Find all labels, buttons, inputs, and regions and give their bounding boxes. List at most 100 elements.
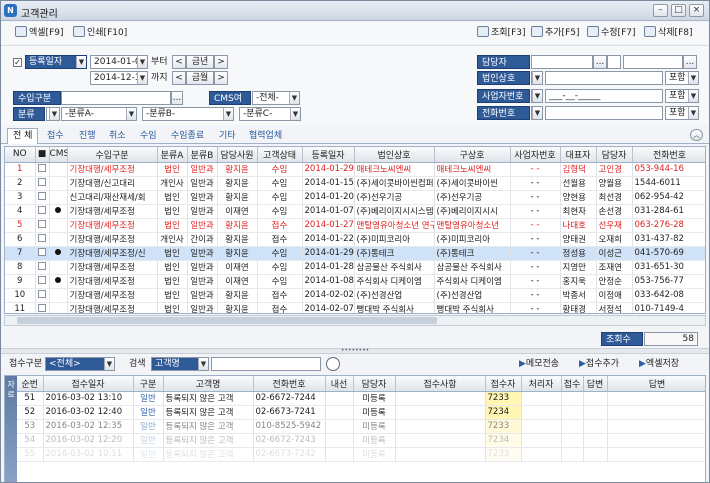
cell-mgr[interactable]: 이성근 xyxy=(596,246,633,261)
checkbox[interactable] xyxy=(38,177,46,186)
grid2-header-5[interactable]: 내선 xyxy=(325,376,354,392)
cell-staff[interactable]: 황지윤 xyxy=(217,232,258,247)
cell-bizno[interactable]: - - xyxy=(510,176,561,191)
cell-status[interactable]: 수임 xyxy=(257,162,303,177)
cms-cell[interactable] xyxy=(49,246,68,261)
cell-name[interactable]: 등록되지 않은 고객 xyxy=(163,391,254,406)
cell-tel[interactable]: 02-6672-7243 xyxy=(253,433,326,448)
cell-old[interactable]: (주)베리이지시시 xyxy=(434,204,511,219)
cell-mgr[interactable]: 이정애 xyxy=(596,288,633,303)
cell-date[interactable]: 2016-03-02 12:35 xyxy=(43,419,134,434)
checkbox[interactable] xyxy=(38,303,46,312)
cell-b[interactable]: 일반과 xyxy=(187,162,218,177)
cell-ans[interactable] xyxy=(607,447,705,462)
receipt-add-button[interactable]: ▶접수추가 xyxy=(579,357,619,371)
grid1-header-3[interactable]: 수입구분 xyxy=(67,147,158,163)
cell-corp[interactable]: (주)선경산업 xyxy=(354,288,435,303)
grid2-header-4[interactable]: 전화번호 xyxy=(253,376,326,392)
row-checkbox[interactable] xyxy=(35,162,50,177)
cell-old[interactable]: 매테크노씨엔씨 xyxy=(434,162,511,177)
row-number[interactable]: 1 xyxy=(5,162,36,177)
cell-tel[interactable]: 053-756-77 xyxy=(632,274,705,289)
list-item[interactable]: 52 2016-03-02 12:40 일반 등록되지 않은 고객 02-6673-72… xyxy=(17,405,705,420)
cell-corp[interactable]: 매테크노씨엔씨 xyxy=(354,162,435,177)
checkbox[interactable] xyxy=(38,261,46,270)
cell-b[interactable]: 일반과 xyxy=(187,302,218,313)
cell-date[interactable]: 2014-01-29 xyxy=(302,162,355,177)
cell-a[interactable]: 법인 xyxy=(157,260,188,275)
cms-cell[interactable] xyxy=(49,288,68,303)
manager-lookup-button[interactable]: ... xyxy=(593,55,607,69)
cell-type[interactable]: 기장대행/세무조정 xyxy=(67,288,158,303)
cell-mgr[interactable]: 미등록 xyxy=(353,447,396,462)
cell-ceo[interactable]: 홍지욱 xyxy=(560,274,597,289)
row-checkbox[interactable] xyxy=(35,176,50,191)
cell-mgr[interactable]: 조재연 xyxy=(596,260,633,275)
cell-bizno[interactable]: - - xyxy=(510,162,561,177)
cell-ext[interactable] xyxy=(325,419,354,434)
cell-status[interactable]: 수임 xyxy=(257,246,303,261)
minimize-button[interactable]: – xyxy=(653,4,668,17)
cell-mgr[interactable]: 고인경 xyxy=(596,162,633,177)
cell-old[interactable]: 주식회사 디케이엠 xyxy=(434,274,511,289)
row-number[interactable]: 11 xyxy=(5,302,36,313)
grid1-header-2[interactable]: CMS xyxy=(49,147,68,163)
cell-staff[interactable]: 황지윤 xyxy=(217,176,258,191)
grid1-header-4[interactable]: 분류A xyxy=(157,147,188,163)
company-match-select[interactable]: 포함 ▼ xyxy=(665,71,699,85)
cell-name[interactable]: 등록되지 않은 고객 xyxy=(163,405,254,420)
next-month-button[interactable]: > xyxy=(214,71,228,85)
cell-ans[interactable] xyxy=(607,391,705,406)
cell-a[interactable] xyxy=(583,433,608,448)
maximize-button[interactable]: □ xyxy=(671,4,686,17)
cell-status[interactable]: 수임 xyxy=(257,274,303,289)
search-radio[interactable] xyxy=(326,357,340,371)
cell-status[interactable]: 접수 xyxy=(257,232,303,247)
cell-staff[interactable]: 황지윤 xyxy=(217,302,258,313)
excel-button[interactable]: 엑셀[F9] xyxy=(15,26,64,40)
cell-old[interactable]: (주)통테크 xyxy=(434,246,511,261)
cell-date[interactable]: 2014-02-02 xyxy=(302,288,355,303)
cell-recv[interactable]: 7233 xyxy=(485,419,522,434)
cell-bizno[interactable]: - - xyxy=(510,246,561,261)
grid1-header-11[interactable]: 사업자번호 xyxy=(510,147,561,163)
cell-mgr[interactable]: 양월용 xyxy=(596,176,633,191)
row-number[interactable]: 2 xyxy=(5,176,36,191)
row-number[interactable]: 6 xyxy=(5,232,36,247)
close-button[interactable]: × xyxy=(689,4,704,17)
cms-cell[interactable] xyxy=(49,260,68,275)
cell-staff[interactable]: 이재연 xyxy=(217,260,258,275)
cell-b[interactable]: 일반과 xyxy=(187,260,218,275)
cell-a[interactable]: 법인 xyxy=(157,302,188,313)
cell-tel[interactable]: 010-7149-4 xyxy=(632,302,705,313)
cell-date[interactable]: 2014-01-29 xyxy=(302,246,355,261)
company-input[interactable] xyxy=(545,71,663,85)
cell-a[interactable]: 법인 xyxy=(157,204,188,219)
row-number[interactable]: 8 xyxy=(5,260,36,275)
cell-recv[interactable]: 7233 xyxy=(485,447,522,462)
grid1-header-10[interactable]: 구상호 xyxy=(434,147,511,163)
cell-staff[interactable]: 황지윤 xyxy=(217,246,258,261)
cell-r[interactable] xyxy=(561,433,584,448)
cell-tel[interactable]: 031-651-30 xyxy=(632,260,705,275)
cell-type[interactable]: 기장대행/세무조정 xyxy=(67,302,158,313)
cell-r[interactable] xyxy=(561,447,584,462)
bizno-op-select[interactable]: ▼ xyxy=(531,89,543,103)
cell-corp[interactable]: 맨탈영유아청소년 연구 xyxy=(354,218,435,233)
cell-tel[interactable]: 02-6672-7244 xyxy=(253,391,326,406)
cell-r[interactable] xyxy=(561,391,584,406)
grid1-header-12[interactable]: 대표자 xyxy=(560,147,597,163)
tab-received[interactable]: 접수 xyxy=(47,129,64,143)
cell-ceo[interactable]: 황태경 xyxy=(560,302,597,313)
cell-recv[interactable]: 7233 xyxy=(485,391,522,406)
cell-mgr[interactable]: 서정석 xyxy=(596,302,633,313)
checkbox[interactable] xyxy=(38,275,46,284)
table-row[interactable]: 8 기장대행/세무조정 법인 일반과 이재연 수임 2014-01-28 삼공물산 주식회사 삼… xyxy=(5,260,705,275)
cell-corp[interactable]: (주)베리이지시시스템 xyxy=(354,204,435,219)
checkbox[interactable] xyxy=(38,289,46,298)
cell-staff[interactable]: 이재연 xyxy=(217,204,258,219)
cell-mgr[interactable]: 미등록 xyxy=(353,391,396,406)
grid1-header-13[interactable]: 담당자 xyxy=(596,147,633,163)
cell-staff[interactable]: 이재연 xyxy=(217,274,258,289)
list-item[interactable]: 55 2016-03-02 10:11 일반 등록되지 않은 고객 02-6673-72… xyxy=(17,447,705,462)
